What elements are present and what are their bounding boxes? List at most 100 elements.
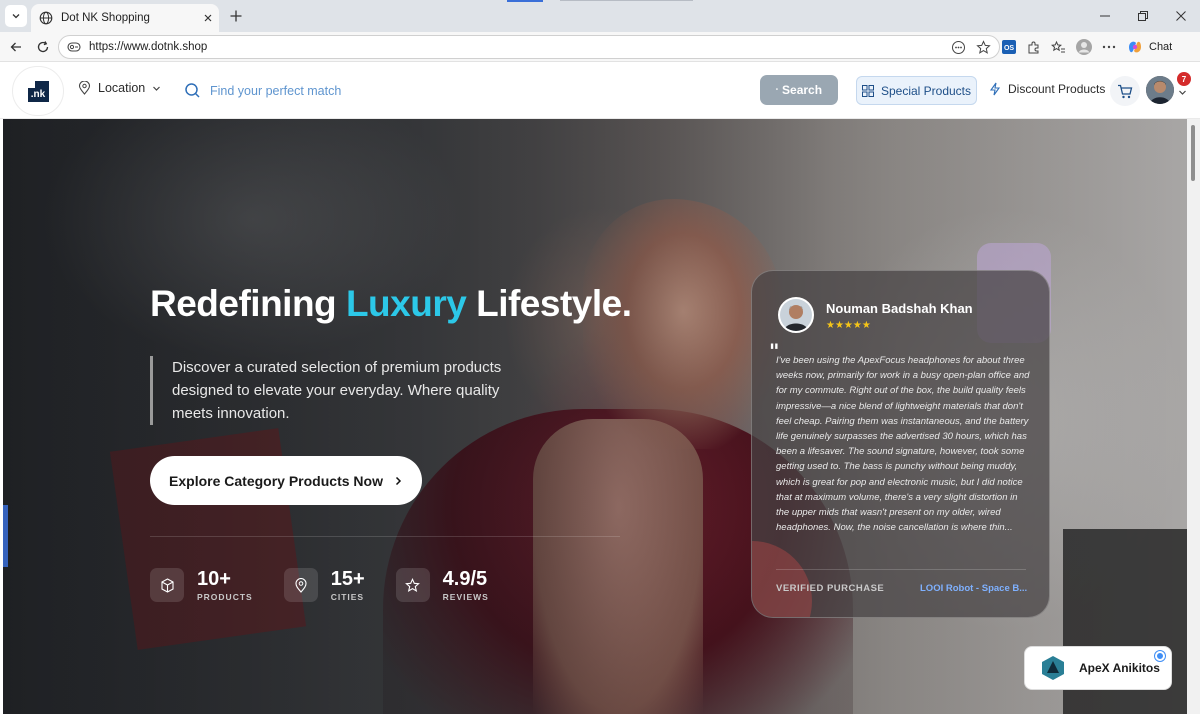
os-extension-icon: OS	[1002, 40, 1016, 54]
lightning-icon	[989, 82, 1001, 96]
favorites-button[interactable]	[1051, 40, 1066, 55]
tab-bar: Dot NK Shopping	[0, 0, 1200, 32]
map-pin-icon	[78, 81, 91, 95]
stat-reviews: 4.9/5 REVIEWS	[395, 567, 489, 602]
restore-button[interactable]	[1124, 0, 1162, 32]
new-tab-button[interactable]	[226, 6, 246, 26]
grid-icon	[861, 84, 874, 97]
discount-products-button[interactable]: Discount Products	[989, 82, 1105, 96]
cta-label: Explore Category Products Now	[169, 472, 383, 489]
review-glow-decor	[752, 541, 812, 617]
more-menu-button[interactable]	[1102, 40, 1116, 54]
notification-badge: 7	[1177, 72, 1191, 86]
minimize-button[interactable]	[1086, 0, 1124, 32]
site-info-icon[interactable]	[67, 40, 81, 54]
chat-label: Chat	[1149, 41, 1173, 53]
favorites-list-icon	[1051, 40, 1065, 52]
apex-assistant-widget[interactable]: ApeX Anikitos	[1024, 646, 1172, 690]
hero-title-part2: Lifestyle.	[466, 283, 632, 324]
hero-title-highlight: Luxury	[345, 283, 467, 324]
discount-products-label: Discount Products	[1008, 82, 1106, 96]
search-bar: • Search	[170, 72, 845, 110]
chevron-right-icon	[395, 476, 402, 485]
profile-avatar-icon	[1076, 39, 1092, 55]
plus-icon	[230, 10, 242, 22]
explore-category-button[interactable]: Explore Category Products Now	[150, 456, 422, 505]
close-icon[interactable]	[203, 13, 213, 23]
search-button-dot-icon: •	[775, 87, 779, 93]
review-divider	[776, 569, 1026, 570]
close-icon	[1176, 11, 1186, 21]
chevron-down-icon	[12, 14, 20, 19]
location-label: Location	[98, 81, 146, 95]
tab-dot-nk-shopping[interactable]: Dot NK Shopping	[31, 4, 219, 32]
review-text: I've been using the ApexFocus headphones…	[776, 355, 1030, 534]
review-rating: ★★★★★	[826, 320, 871, 331]
cart-button[interactable]	[1110, 76, 1140, 106]
arrow-left-icon	[10, 42, 21, 52]
logo-text: .nk	[30, 88, 46, 100]
os-extension[interactable]: OS	[1002, 40, 1016, 54]
location-selector[interactable]: Location	[78, 81, 161, 95]
back-button[interactable]	[6, 37, 26, 57]
tab-actions-menu[interactable]	[5, 5, 27, 27]
reviewed-product-link[interactable]: LOOI Robot - Space B...	[920, 583, 1027, 594]
apex-label: ApeX Anikitos	[1079, 661, 1160, 675]
hero-title: Redefining Luxury Lifestyle.	[150, 283, 632, 325]
cube-icon	[150, 568, 184, 602]
stat-products-value: 10+	[197, 567, 231, 590]
browser-window: Dot NK Shopping https://www.dotnk.shop O…	[0, 0, 1200, 714]
hero-left-accent	[3, 505, 8, 567]
apex-logo-icon	[1042, 656, 1064, 680]
hero-stats: 10+ PRODUCTS 15+ CITIES 4.9/5 REVIEWS	[150, 568, 520, 602]
special-products-label: Special Products	[880, 83, 972, 98]
hero-title-part1: Redefining	[150, 283, 346, 324]
site-header: .nk Location • Search Special Products D…	[0, 62, 1200, 119]
search-input[interactable]	[210, 80, 730, 102]
stat-cities-value: 15+	[330, 567, 365, 590]
reviewer-photo-icon	[780, 299, 812, 331]
special-products-button[interactable]: Special Products	[856, 76, 977, 105]
window-controls	[1086, 0, 1200, 32]
logo-mark: .nk	[27, 80, 49, 102]
star-icon	[395, 568, 430, 602]
reviewer-name: Nouman Badshah Khan	[826, 301, 973, 316]
url-field[interactable]: https://www.dotnk.shop	[58, 35, 1000, 59]
site-logo[interactable]: .nk	[12, 66, 64, 116]
search-button[interactable]: • Search	[760, 75, 838, 105]
extensions-button[interactable]	[1026, 40, 1041, 55]
user-avatar[interactable]	[1146, 76, 1174, 104]
stat-reviews-value: 4.9/5	[442, 567, 488, 590]
tab-strip-divider	[560, 0, 693, 1]
url-text[interactable]: https://www.dotnk.shop	[89, 41, 951, 53]
chevron-down-icon[interactable]	[1178, 88, 1187, 97]
apex-status-dot	[1155, 651, 1165, 661]
copilot-chat-button[interactable]: Chat	[1126, 38, 1172, 56]
address-bar-row: https://www.dotnk.shop OS Chat	[0, 32, 1200, 62]
stat-cities: 15+ CITIES	[283, 567, 365, 602]
scrollbar-thumb[interactable]	[1191, 125, 1195, 181]
cart-icon	[1118, 84, 1133, 98]
search-button-label: Search	[782, 83, 823, 97]
search-icon	[185, 83, 200, 98]
page-scrollbar[interactable]	[1187, 119, 1200, 714]
hero-description: Discover a curated selection of premium …	[150, 356, 510, 425]
svg-text:OS: OS	[1004, 45, 1014, 52]
reviewer-avatar	[778, 297, 814, 333]
tab-title: Dot NK Shopping	[61, 12, 150, 24]
profile-button[interactable]	[1076, 39, 1092, 55]
globe-icon	[39, 11, 53, 25]
map-pin-icon	[283, 568, 318, 602]
verified-purchase-label: VERIFIED PURCHASE	[776, 583, 885, 594]
url-actions	[951, 39, 999, 55]
read-aloud-icon[interactable]	[951, 40, 966, 55]
stat-reviews-label: REVIEWS	[442, 591, 489, 602]
hero-divider	[150, 536, 620, 537]
reload-button[interactable]	[33, 37, 53, 57]
close-window-button[interactable]	[1162, 0, 1200, 32]
chevron-down-icon	[153, 86, 161, 91]
favorite-star-icon[interactable]	[976, 39, 991, 55]
review-card: Nouman Badshah Khan ★★★★★ " I've been us…	[751, 270, 1050, 618]
puzzle-icon	[1028, 41, 1039, 53]
refresh-icon	[37, 41, 49, 53]
